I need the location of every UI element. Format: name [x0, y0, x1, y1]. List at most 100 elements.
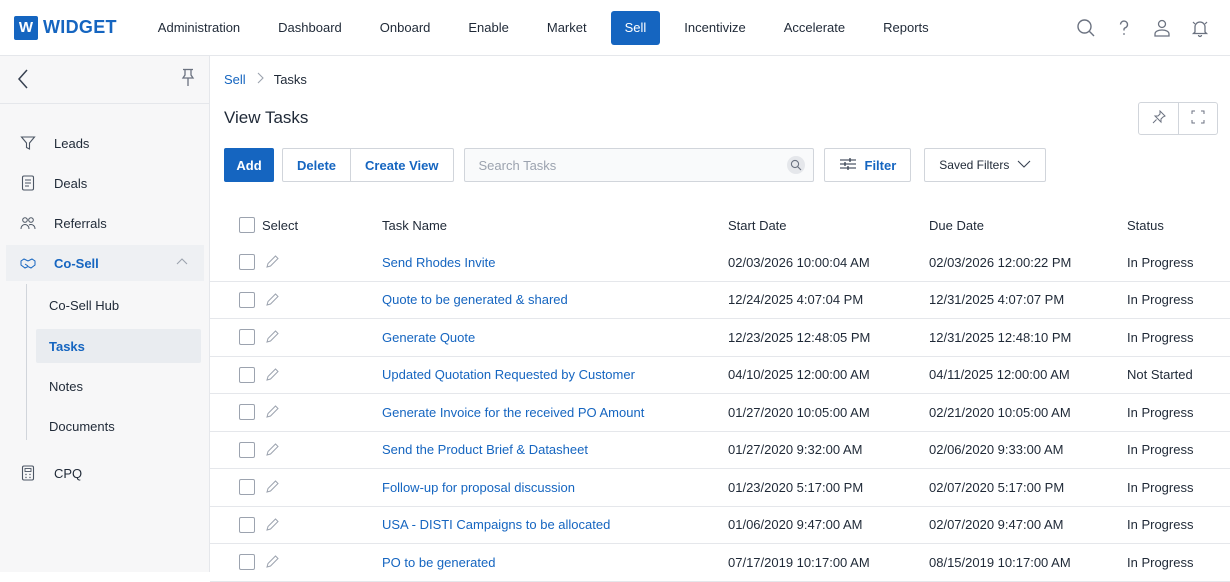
task-name-link[interactable]: Send the Product Brief & Datasheet — [382, 442, 588, 457]
filter-label: Filter — [864, 157, 897, 173]
nav-market[interactable]: Market — [528, 11, 606, 45]
due-date-cell: 04/11/2025 12:00:00 AM — [929, 367, 1070, 383]
row-checkbox[interactable] — [239, 329, 255, 346]
column-header-start-date[interactable]: Start Date — [728, 206, 787, 244]
breadcrumb-sell[interactable]: Sell — [224, 72, 246, 87]
page-title: View Tasks — [224, 108, 309, 127]
column-header-status[interactable]: Status — [1127, 206, 1164, 244]
nav-sell[interactable]: Sell — [610, 10, 661, 45]
edit-pencil-icon[interactable] — [265, 368, 279, 382]
search-box — [463, 148, 814, 182]
edit-pencil-icon[interactable] — [265, 405, 279, 419]
row-checkbox[interactable] — [239, 254, 255, 271]
table-row: Follow-up for proposal discussion 01/23/2… — [210, 469, 1230, 507]
edit-pencil-icon[interactable] — [265, 518, 279, 532]
task-name-link[interactable]: Generate Quote — [382, 330, 475, 345]
row-checkbox[interactable] — [239, 441, 255, 458]
row-checkbox[interactable] — [239, 516, 255, 533]
user-icon[interactable] — [1152, 18, 1172, 38]
table-header: Select Task Name Start Date Due Date Sta… — [210, 206, 1230, 244]
chevron-up-icon[interactable] — [176, 256, 188, 271]
table-row: Send Rhodes Invite 02/03/2026 10:00:04 AM… — [210, 244, 1230, 282]
select-all-column: Select — [239, 206, 298, 244]
row-checkbox[interactable] — [239, 479, 255, 496]
row-select-cell — [239, 394, 279, 431]
fullscreen-button[interactable] — [1178, 103, 1217, 134]
sidebar-item-co-sell[interactable]: Co-Sell — [6, 245, 204, 281]
breadcrumb: Sell Tasks — [224, 72, 307, 87]
row-checkbox[interactable] — [239, 404, 255, 421]
status-cell: In Progress — [1127, 554, 1194, 570]
row-checkbox[interactable] — [239, 554, 255, 571]
back-arrow-icon[interactable] — [16, 68, 30, 93]
brand-logo[interactable]: W WIDGET — [14, 15, 117, 40]
edit-pencil-icon[interactable] — [265, 480, 279, 494]
sidebar-item-leads[interactable]: Leads — [0, 125, 210, 161]
row-checkbox[interactable] — [239, 366, 255, 383]
task-name-link[interactable]: PO to be generated — [382, 555, 495, 570]
bell-icon[interactable] — [1190, 18, 1210, 38]
sidebar-subitem-tasks[interactable]: Tasks — [36, 329, 201, 363]
sidebar-subitem-notes[interactable]: Notes — [36, 369, 201, 403]
search-input[interactable] — [464, 149, 813, 181]
task-name-link[interactable]: Generate Invoice for the received PO Amo… — [382, 405, 644, 420]
nav-reports[interactable]: Reports — [864, 11, 948, 45]
pin-icon[interactable] — [181, 68, 195, 91]
table-row: Send the Product Brief & Datasheet 01/27/… — [210, 432, 1230, 469]
main-content: Sell Tasks View Tasks Add Delete Create … — [210, 56, 1230, 582]
row-checkbox[interactable] — [239, 291, 255, 308]
create-view-button[interactable]: Create View — [350, 149, 452, 181]
sidebar-item-cpq[interactable]: CPQ — [0, 455, 210, 491]
column-header-due-date[interactable]: Due Date — [929, 206, 984, 244]
task-name-cell: Quote to be generated & shared — [382, 282, 568, 319]
sidebar-item-deals[interactable]: Deals — [0, 165, 210, 201]
search-icon[interactable] — [1076, 18, 1096, 38]
nav-incentivize[interactable]: Incentivize — [665, 11, 764, 45]
view-controls — [1138, 102, 1218, 135]
nav-onboard[interactable]: Onboard — [361, 11, 450, 45]
select-all-checkbox[interactable] — [239, 217, 255, 233]
sidebar-subitem-co-sell-hub[interactable]: Co-Sell Hub — [36, 288, 201, 322]
main-nav: Administration Dashboard Onboard Enable … — [139, 0, 948, 56]
task-name-cell: Follow-up for proposal discussion — [382, 469, 575, 506]
edit-pencil-icon[interactable] — [265, 255, 279, 269]
task-name-link[interactable]: Send Rhodes Invite — [382, 255, 495, 270]
help-icon[interactable] — [1114, 18, 1134, 38]
task-name-cell: Generate Invoice for the received PO Amo… — [382, 394, 644, 431]
table-body: Send Rhodes Invite 02/03/2026 10:00:04 AM… — [210, 244, 1230, 582]
edit-pencil-icon[interactable] — [265, 293, 279, 307]
task-name-link[interactable]: Quote to be generated & shared — [382, 292, 568, 307]
row-select-cell — [239, 244, 279, 281]
edit-pencil-icon[interactable] — [265, 555, 279, 569]
sidebar-item-referrals[interactable]: Referrals — [0, 205, 210, 241]
nav-administration[interactable]: Administration — [139, 11, 259, 45]
add-button[interactable]: Add — [224, 148, 274, 182]
tasks-table: Select Task Name Start Date Due Date Sta… — [210, 206, 1230, 582]
sidebar: Leads Deals Referrals Co-Sell Co-Sell Hu… — [0, 56, 210, 572]
pin-view-button[interactable] — [1139, 103, 1178, 134]
edit-pencil-icon[interactable] — [265, 330, 279, 344]
sidebar-subitem-documents[interactable]: Documents — [36, 409, 201, 443]
nav-dashboard[interactable]: Dashboard — [259, 11, 361, 45]
table-row: USA - DISTI Campaigns to be allocated 01/… — [210, 507, 1230, 544]
nav-accelerate[interactable]: Accelerate — [765, 11, 864, 45]
due-date-cell: 12/31/2025 4:07:07 PM — [929, 292, 1065, 308]
start-date-cell: 01/27/2020 10:05:00 AM — [728, 404, 870, 420]
task-name-link[interactable]: Updated Quotation Requested by Customer — [382, 367, 635, 382]
column-header-task-name[interactable]: Task Name — [382, 206, 447, 244]
delete-button[interactable]: Delete — [283, 149, 350, 181]
start-date-cell: 01/23/2020 5:17:00 PM — [728, 479, 864, 495]
nav-enable[interactable]: Enable — [449, 11, 527, 45]
filter-button[interactable]: Filter — [823, 148, 912, 182]
table-row: Generate Invoice for the received PO Amo… — [210, 394, 1230, 432]
status-cell: Not Started — [1127, 367, 1193, 383]
sidebar-item-label: Co-Sell — [54, 255, 99, 271]
start-date-cell: 01/06/2020 9:47:00 AM — [728, 517, 863, 533]
task-name-cell: Updated Quotation Requested by Customer — [382, 357, 635, 394]
task-name-link[interactable]: Follow-up for proposal discussion — [382, 480, 575, 495]
saved-filters-dropdown[interactable]: Saved Filters — [924, 148, 1047, 182]
edit-pencil-icon[interactable] — [265, 443, 279, 457]
chevron-down-icon — [1017, 158, 1031, 172]
task-name-link[interactable]: USA - DISTI Campaigns to be allocated — [382, 517, 610, 532]
search-icon[interactable] — [786, 156, 805, 174]
